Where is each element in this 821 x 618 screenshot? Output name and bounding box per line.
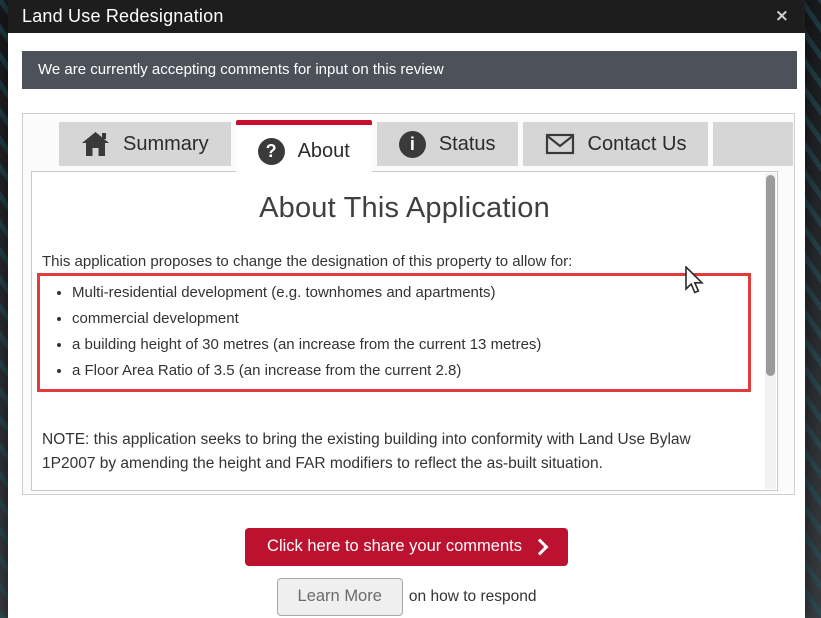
list-item: commercial development [72,310,748,327]
list-item: Multi-residential development (e.g. town… [72,284,748,301]
tab-label: Contact Us [588,133,687,156]
home-icon [81,131,110,157]
page-title: About This Application [32,192,777,225]
content-scrollbar[interactable] [765,173,776,489]
chevron-right-icon [531,539,548,556]
info-circle-icon: i [399,131,426,158]
land-use-modal: Land Use Redesignation × We are currentl… [8,0,805,618]
learn-more-row: Learn More on how to respond [8,578,805,616]
comments-open-banner: We are currently accepting comments for … [22,51,797,89]
list-item: a building height of 30 metres (an incre… [72,336,748,353]
about-tab-content: About This Application This application … [31,171,778,491]
question-circle-icon: ? [258,138,285,165]
tab-summary[interactable]: Summary [59,122,231,166]
modal-actions: Click here to share your comments Learn … [8,495,805,616]
tab-label: Summary [123,133,209,156]
close-icon[interactable]: × [771,6,793,27]
modal-header: Land Use Redesignation × [8,0,805,33]
tab-bar: Summary ? About i Status Contact Us [23,114,794,166]
share-comments-button[interactable]: Click here to share your comments [245,528,568,566]
note-text: NOTE: this application seeks to bring th… [32,428,757,476]
learn-more-suffix: on how to respond [409,588,537,606]
list-item: a Floor Area Ratio of 3.5 (an increase f… [72,362,748,379]
share-comments-label: Click here to share your comments [267,537,522,556]
tab-contact-us[interactable]: Contact Us [523,122,709,166]
tab-about[interactable]: ? About [236,120,372,177]
tab-label: Status [439,133,496,156]
learn-more-button[interactable]: Learn More [277,578,403,616]
intro-text: This application proposes to change the … [32,253,777,270]
tab-bar-filler [713,122,793,166]
tab-panel: Summary ? About i Status Contact Us [22,113,795,495]
tab-label: About [298,140,350,163]
banner-text: We are currently accepting comments for … [38,61,444,78]
tab-status[interactable]: i Status [377,122,518,166]
modal-title: Land Use Redesignation [22,6,224,27]
scrollbar-thumb[interactable] [766,175,775,376]
envelope-icon [545,132,575,156]
proposal-list: Multi-residential development (e.g. town… [40,284,748,379]
red-highlight-annotation: Multi-residential development (e.g. town… [37,273,751,392]
